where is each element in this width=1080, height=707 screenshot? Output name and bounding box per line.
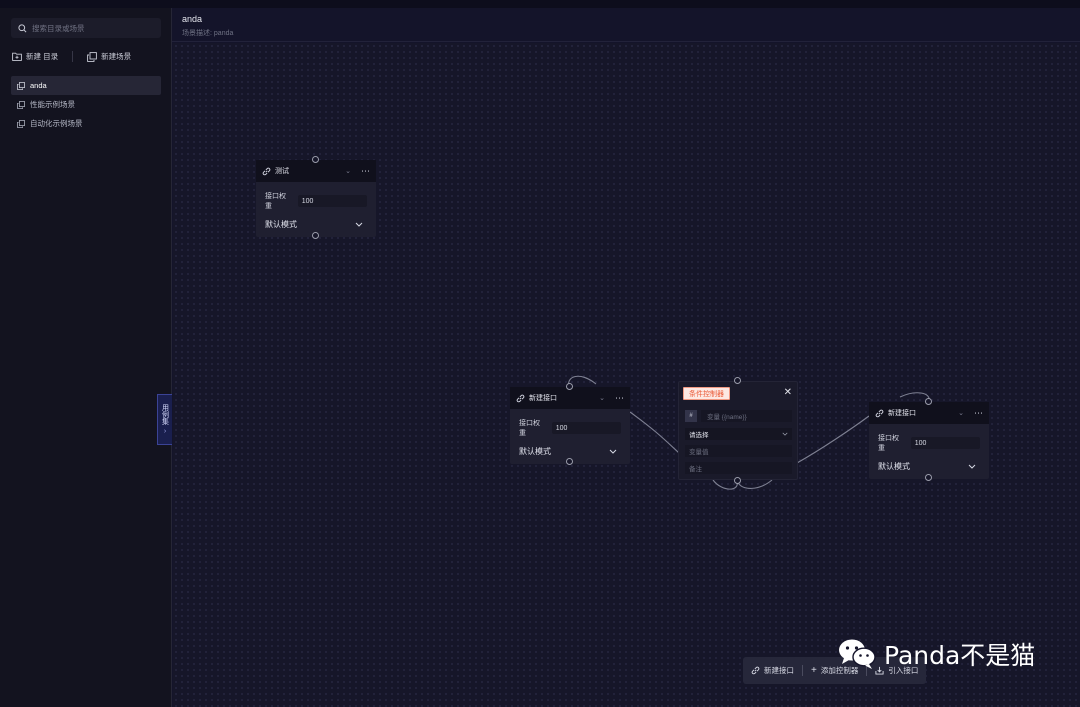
note-input[interactable]: 备注: [685, 462, 792, 474]
chevron-down-icon[interactable]: ⌄: [599, 394, 605, 402]
new-api-label: 新建接口: [764, 666, 794, 675]
condition-badge: 条件控制器: [683, 387, 730, 400]
more-icon[interactable]: ⋯: [361, 166, 370, 177]
plus-icon: +: [811, 665, 817, 676]
weight-label: 接口权重: [519, 420, 540, 437]
link-icon: [516, 394, 525, 402]
node-input-port[interactable]: [925, 398, 932, 405]
tree-item-automation[interactable]: 自动化示例场景: [11, 114, 161, 133]
mode-select[interactable]: 默认模式: [265, 219, 363, 230]
link-icon: [875, 409, 884, 417]
mode-select[interactable]: 默认模式: [878, 461, 976, 472]
page-title: anda: [182, 14, 203, 24]
condition-variable-row: # 变量 {{name}}: [685, 410, 792, 422]
node-weight-row: 接口权重 100: [265, 191, 367, 211]
node-output-port[interactable]: [925, 474, 932, 481]
chevron-down-icon[interactable]: ⌄: [958, 409, 964, 417]
node-header: 新建接口 ⌄ ⋯: [510, 387, 630, 409]
link-icon: [751, 666, 760, 675]
scene-description-label: 场景描述:: [182, 30, 212, 37]
folder-plus-icon: [12, 52, 22, 61]
close-icon[interactable]: ✕: [784, 387, 792, 398]
condition-input-port[interactable]: [734, 377, 741, 384]
new-scene-button[interactable]: 新建场景: [87, 51, 131, 62]
case-set-label: 用例集: [161, 403, 169, 425]
mode-label: 默认模式: [878, 462, 910, 471]
weight-input[interactable]: 100: [297, 195, 367, 207]
scene-description: 场景描述: panda: [182, 28, 233, 38]
tree-item-label: anda: [30, 81, 47, 90]
tree-item-performance[interactable]: 性能示例场景: [11, 95, 161, 114]
tree-item-label: 自动化示例场景: [30, 119, 83, 128]
node-weight-row: 接口权重 100: [878, 433, 980, 453]
operator-select-label: 请选择: [689, 432, 709, 439]
value-input[interactable]: 变量值: [685, 445, 792, 457]
node-header: 新建接口 ⌄ ⋯: [869, 402, 989, 424]
scene-icon: [17, 100, 25, 109]
mode-select[interactable]: 默认模式: [519, 446, 617, 457]
link-icon: [262, 167, 271, 175]
watermark-text: Panda不是猫: [884, 641, 1036, 670]
sidebar-actions: 新建 目录 新建场景: [12, 51, 131, 62]
api-node-new-1[interactable]: 新建接口 ⌄ ⋯ 接口权重 100 默认模式: [510, 387, 630, 464]
condition-output-port[interactable]: [734, 477, 741, 484]
flow-canvas[interactable]: [173, 43, 1080, 707]
condition-controller[interactable]: 条件控制器 ✕ # 变量 {{name}} 请选择 变量值 备注: [678, 381, 798, 480]
new-directory-label: 新建 目录: [26, 52, 59, 61]
chevron-down-icon[interactable]: ⌄: [345, 167, 351, 175]
scene-icon: [17, 81, 25, 90]
search-input[interactable]: [32, 23, 152, 33]
new-scene-label: 新建场景: [101, 52, 132, 61]
scene-icon: [17, 119, 25, 128]
top-strip: [0, 0, 1080, 8]
node-name: 新建接口: [529, 395, 557, 402]
variable-input[interactable]: 变量 {{name}}: [701, 410, 792, 422]
operator-select[interactable]: 请选择: [685, 428, 792, 440]
weight-input[interactable]: 100: [551, 422, 621, 434]
scene-tree: anda 性能示例场景 自动化示例场景: [11, 76, 161, 133]
node-name: 测试: [275, 168, 289, 175]
search-box[interactable]: [11, 18, 161, 38]
tree-item-label: 性能示例场景: [30, 100, 75, 109]
api-node-new-2[interactable]: 新建接口 ⌄ ⋯ 接口权重 100 默认模式: [869, 402, 989, 479]
chevron-down-icon: [968, 464, 976, 469]
more-icon[interactable]: ⋯: [615, 393, 624, 404]
case-set-tab[interactable]: 用例集 ›: [157, 394, 172, 445]
weight-input[interactable]: 100: [910, 437, 980, 449]
node-input-port[interactable]: [566, 383, 573, 390]
node-output-port[interactable]: [312, 232, 319, 239]
sidebar: 新建 目录 新建场景 anda 性能示例场景: [0, 8, 172, 707]
api-node-test[interactable]: 测试 ⌄ ⋯ 接口权重 100 默认模式: [256, 160, 376, 237]
watermark: Panda不是猫: [838, 636, 1035, 672]
weight-label: 接口权重: [878, 435, 899, 452]
chevron-down-icon: [782, 432, 788, 436]
node-input-port[interactable]: [312, 156, 319, 163]
search-icon: [18, 23, 27, 32]
variable-symbol: #: [685, 410, 697, 422]
node-output-port[interactable]: [566, 458, 573, 465]
node-header: 测试 ⌄ ⋯: [256, 160, 376, 182]
action-divider: [72, 51, 74, 62]
tree-item-anda[interactable]: anda: [11, 76, 161, 95]
mode-label: 默认模式: [265, 220, 297, 229]
scene-description-value: panda: [213, 30, 234, 37]
chevron-down-icon: [609, 449, 617, 454]
node-weight-row: 接口权重 100: [519, 418, 621, 438]
chevron-right-icon: ›: [163, 427, 167, 435]
weight-label: 接口权重: [265, 193, 286, 210]
toolbar-divider: [802, 665, 803, 676]
chevron-down-icon: [355, 222, 363, 227]
mode-label: 默认模式: [519, 447, 551, 456]
copy-icon: [87, 51, 97, 62]
wechat-icon: [839, 639, 876, 669]
more-icon[interactable]: ⋯: [974, 408, 983, 419]
new-api-button[interactable]: 新建接口: [751, 665, 794, 676]
scene-header: anda 场景描述: panda: [172, 8, 1080, 42]
new-directory-button[interactable]: 新建 目录: [12, 51, 58, 62]
node-name: 新建接口: [888, 410, 916, 417]
